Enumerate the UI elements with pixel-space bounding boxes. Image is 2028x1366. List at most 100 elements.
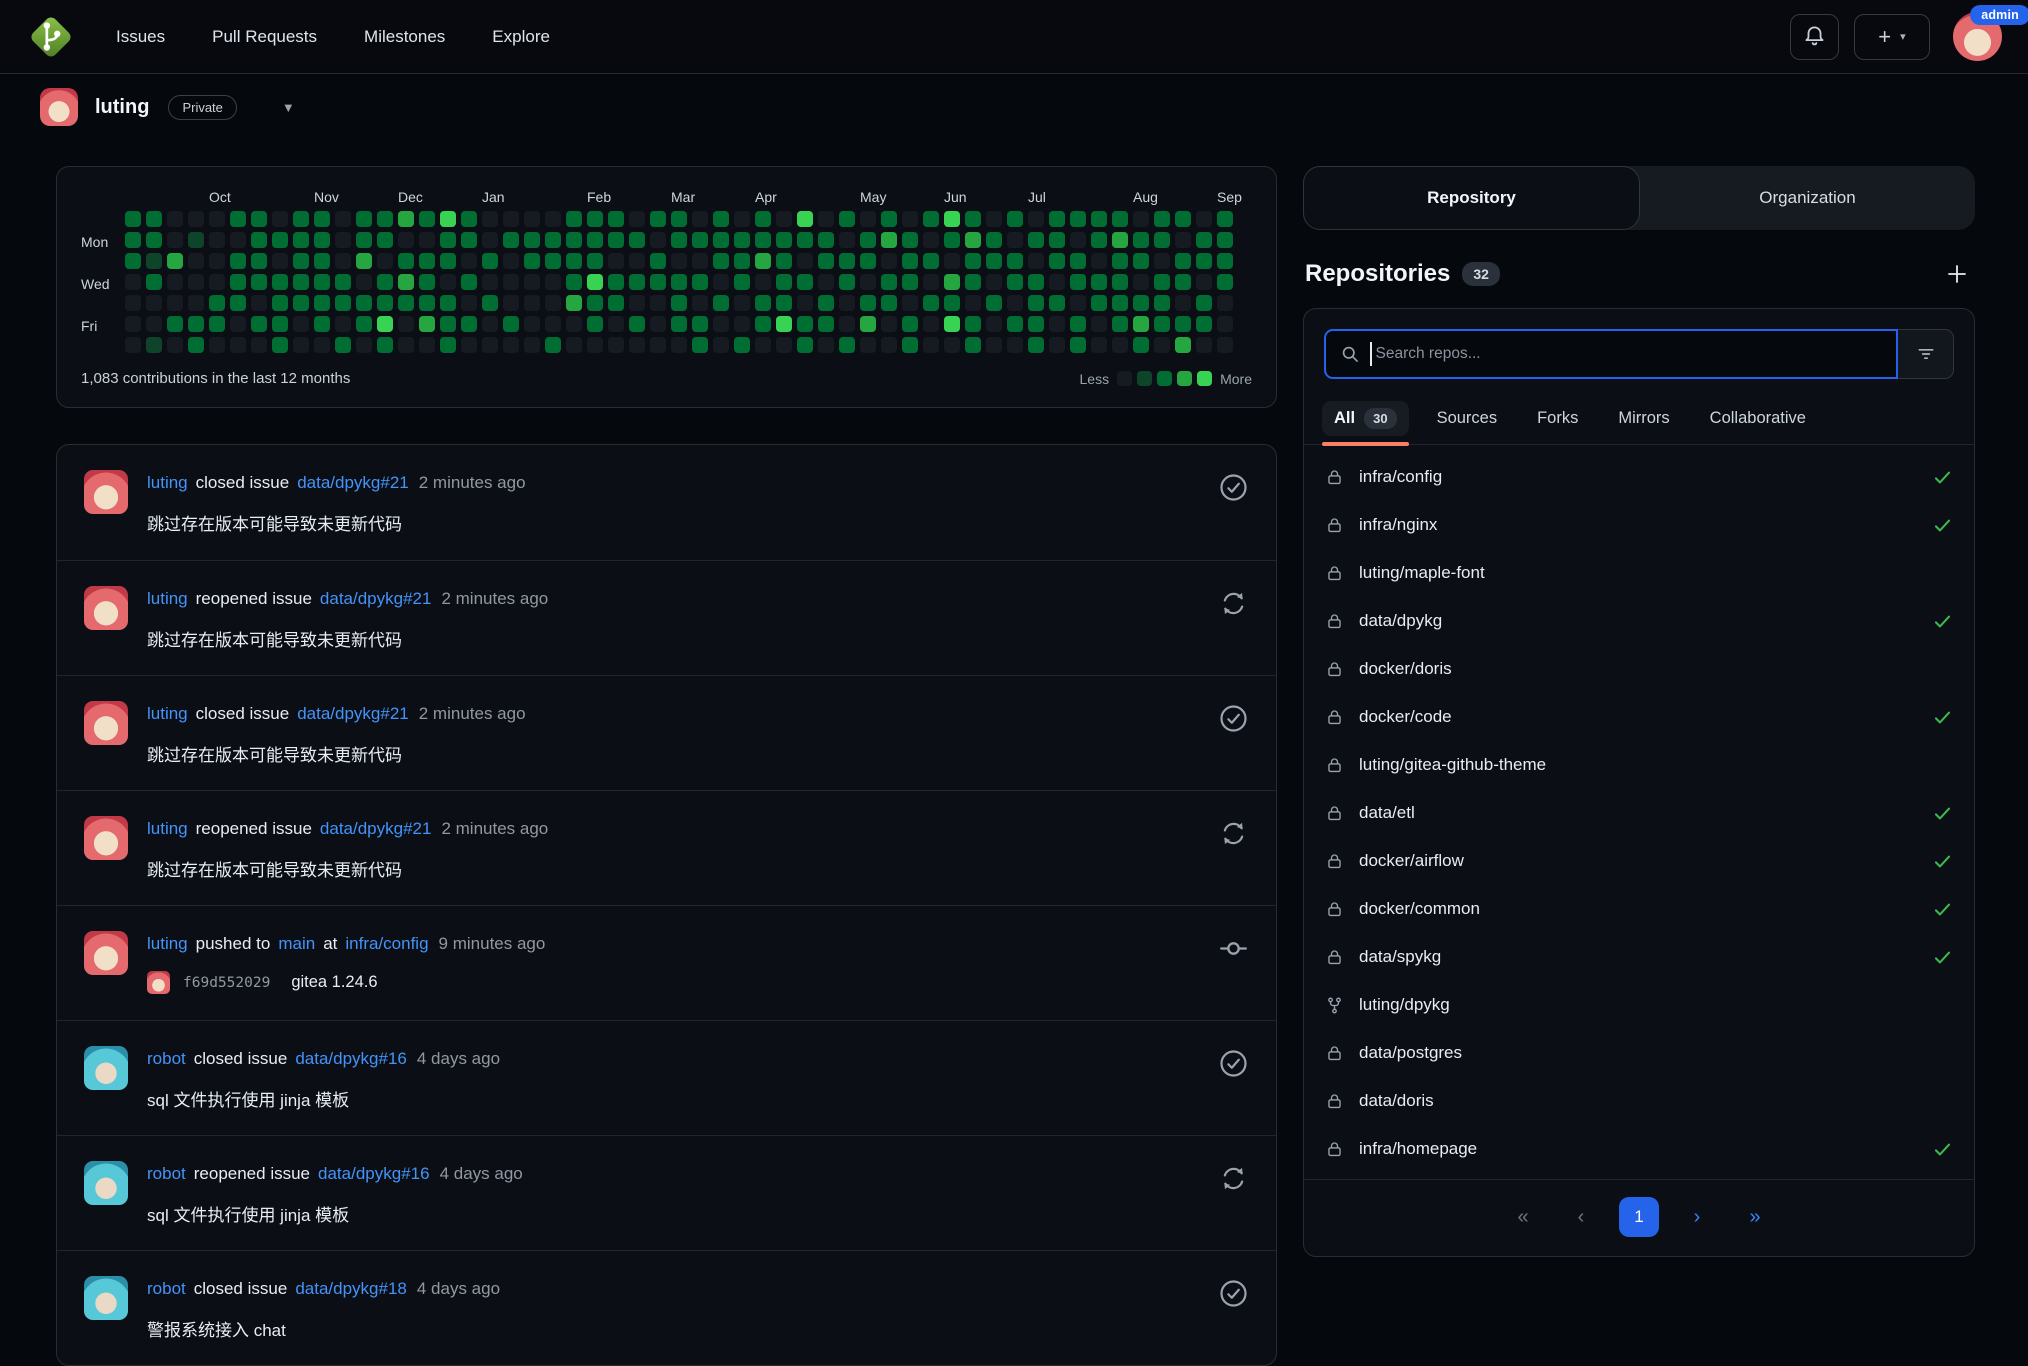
repo-row[interactable]: luting/dpykg (1304, 981, 1974, 1029)
notifications-button[interactable] (1790, 13, 1839, 60)
repo-row[interactable]: docker/common (1304, 885, 1974, 933)
feed-target-link[interactable]: data/dpykg#21 (320, 589, 432, 609)
repo-row[interactable]: data/doris (1304, 1077, 1974, 1125)
repo-row[interactable]: docker/code (1304, 693, 1974, 741)
heat-cell (755, 316, 771, 332)
feed-avatar[interactable] (84, 816, 128, 860)
heat-cell (692, 232, 708, 248)
feed-avatar[interactable] (84, 1046, 128, 1090)
heat-cell (419, 232, 435, 248)
heat-cell (1217, 232, 1233, 248)
feed-target-link[interactable]: infra/config (345, 934, 428, 954)
heat-cell (125, 316, 141, 332)
heat-cell (587, 232, 603, 248)
feed-user-link[interactable]: robot (147, 1049, 186, 1069)
nav-link-explore[interactable]: Explore (492, 27, 550, 47)
nav-link-milestones[interactable]: Milestones (364, 27, 445, 47)
repo-row[interactable]: luting/maple-font (1304, 549, 1974, 597)
feed-branch-link[interactable]: main (278, 934, 315, 954)
repo-name: luting/dpykg (1359, 995, 1450, 1014)
feed-user-link[interactable]: robot (147, 1279, 186, 1299)
heat-cell (629, 295, 645, 311)
heat-cell (902, 295, 918, 311)
repo-row[interactable]: docker/doris (1304, 645, 1974, 693)
heat-cell (209, 337, 225, 353)
page-nav-button[interactable]: › (1677, 1197, 1717, 1237)
repo-row[interactable]: data/spykg (1304, 933, 1974, 981)
feed-target-link[interactable]: data/dpykg#18 (295, 1279, 407, 1299)
profile-avatar[interactable] (40, 88, 78, 126)
repo-row[interactable]: infra/nginx (1304, 501, 1974, 549)
gitea-logo-icon[interactable] (26, 12, 76, 62)
repo-filter-button[interactable] (1898, 329, 1954, 379)
heat-cell (1070, 211, 1086, 227)
tab-organization[interactable]: Organization (1640, 166, 1975, 230)
feed-target-link[interactable]: data/dpykg#21 (297, 473, 409, 493)
heat-week-column (734, 211, 755, 358)
heat-cell (1133, 295, 1149, 311)
feed-target-link[interactable]: data/dpykg#16 (295, 1049, 407, 1069)
filter-tab-sources[interactable]: Sources (1421, 400, 1514, 443)
feed-user-link[interactable]: robot (147, 1164, 186, 1184)
heat-cell (713, 253, 729, 269)
repo-row[interactable]: docker/airflow (1304, 837, 1974, 885)
fork-icon (1325, 996, 1344, 1015)
heat-cell (1196, 274, 1212, 290)
repo-row[interactable]: infra/homepage (1304, 1125, 1974, 1173)
repo-row[interactable]: data/etl (1304, 789, 1974, 837)
feed-action-text: reopened issue (195, 589, 312, 608)
heat-cell (986, 316, 1002, 332)
filter-tab-label: Forks (1537, 409, 1579, 427)
add-repository-button[interactable] (1945, 262, 1969, 286)
repo-row[interactable]: data/postgres (1304, 1029, 1974, 1077)
heat-cell (293, 316, 309, 332)
filter-tab-all[interactable]: All 30 (1318, 399, 1413, 446)
feed-user-link[interactable]: luting (147, 934, 188, 954)
feed-avatar[interactable] (84, 470, 128, 514)
nav-link-issues[interactable]: Issues (116, 27, 165, 47)
heat-cell (230, 316, 246, 332)
feed-target-link[interactable]: data/dpykg#16 (318, 1164, 430, 1184)
repo-row[interactable]: luting/gitea-github-theme (1304, 741, 1974, 789)
heat-cell (377, 295, 393, 311)
profile-dropdown-caret-icon[interactable]: ▼ (282, 100, 295, 115)
repo-search-input[interactable]: Search repos... (1324, 329, 1898, 379)
feed-avatar[interactable] (84, 1161, 128, 1205)
profile-username[interactable]: luting (95, 96, 149, 119)
feed-target-link[interactable]: data/dpykg#21 (297, 704, 409, 724)
heat-week-column (1091, 211, 1112, 358)
commit-hash-link[interactable]: f69d552029 (183, 975, 270, 991)
feed-avatar[interactable] (84, 701, 128, 745)
feed-joiner-text: at (323, 934, 338, 953)
heat-cell (755, 232, 771, 248)
feed-user-link[interactable]: luting (147, 704, 188, 724)
day-label: Fri (81, 318, 98, 334)
feed-avatar[interactable] (84, 1276, 128, 1320)
heat-cell (608, 253, 624, 269)
tab-repository[interactable]: Repository (1303, 166, 1640, 230)
feed-user-link[interactable]: luting (147, 473, 188, 493)
page-current[interactable]: 1 (1619, 1197, 1659, 1237)
repo-row[interactable]: data/dpykg (1304, 597, 1974, 645)
repo-row[interactable]: infra/config (1304, 453, 1974, 501)
heat-cell (713, 316, 729, 332)
nav-link-pull-requests[interactable]: Pull Requests (212, 27, 317, 47)
feed-target-link[interactable]: data/dpykg#21 (320, 819, 432, 839)
heat-week-column (251, 211, 272, 358)
feed-user-link[interactable]: luting (147, 589, 188, 609)
check-icon (1932, 899, 1953, 920)
feed-avatar[interactable] (84, 931, 128, 975)
heat-cell (755, 295, 771, 311)
feed-avatar[interactable] (84, 586, 128, 630)
feed-user-link[interactable]: luting (147, 819, 188, 839)
create-new-button[interactable]: + ▾ (1854, 13, 1930, 60)
filter-tab-forks[interactable]: Forks (1521, 400, 1594, 443)
page-nav-button[interactable]: » (1735, 1197, 1775, 1237)
heat-cell (398, 232, 414, 248)
filter-tab-collaborative[interactable]: Collaborative (1694, 400, 1822, 443)
heat-cell (1007, 274, 1023, 290)
heat-cell (650, 211, 666, 227)
heat-cell (524, 295, 540, 311)
heat-cell (1175, 253, 1191, 269)
filter-tab-mirrors[interactable]: Mirrors (1602, 400, 1685, 443)
